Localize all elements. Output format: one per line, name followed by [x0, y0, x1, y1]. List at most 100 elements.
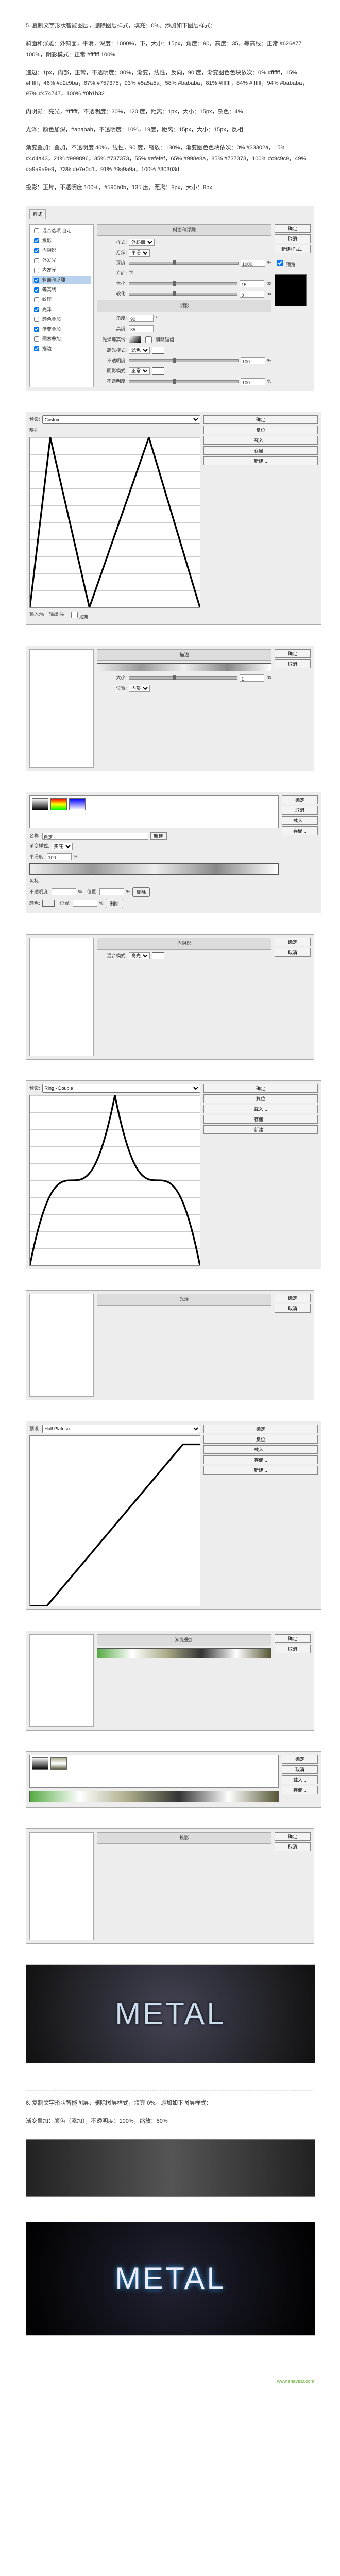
strk-size-slider[interactable] [129, 676, 237, 680]
c-load[interactable]: 载入... [203, 436, 318, 445]
c3-new[interactable]: 新建... [203, 1466, 318, 1475]
cancel6[interactable]: 取消 [275, 1842, 311, 1851]
ge-del2[interactable]: 删除 [106, 899, 123, 908]
gradient-bar[interactable] [29, 863, 279, 875]
fld-angle[interactable]: 90 [129, 315, 154, 322]
ok4[interactable]: 确定 [275, 1294, 311, 1302]
chk-innerglow[interactable] [34, 268, 39, 273]
fld-depth[interactable]: 1000 [241, 260, 265, 267]
chk-satin[interactable] [34, 307, 39, 312]
ge-ok[interactable]: 确定 [282, 795, 318, 804]
ge-col[interactable] [42, 900, 55, 907]
strk-size[interactable]: 1 [240, 674, 264, 682]
ge2-ok[interactable]: 确定 [282, 1755, 318, 1764]
fld-shop[interactable]: 100 [241, 378, 265, 385]
gradient-bar2[interactable] [29, 1791, 279, 1802]
c2-new[interactable]: 新建... [203, 1125, 318, 1134]
ge2-cancel[interactable]: 取消 [282, 1765, 318, 1774]
fld-shop-slider[interactable] [129, 380, 239, 383]
fld-style[interactable]: 外斜面 [129, 239, 155, 246]
sh-swatch[interactable] [152, 367, 164, 375]
fld-shmode[interactable]: 正常 [129, 367, 150, 375]
chk-bevel[interactable] [34, 278, 39, 283]
c3-save[interactable]: 存储... [203, 1455, 318, 1464]
chk-grad[interactable] [34, 327, 39, 332]
chk-color[interactable] [34, 317, 39, 322]
preview-chk[interactable] [277, 260, 283, 266]
chk-drop[interactable] [34, 238, 39, 243]
cancel3[interactable]: 取消 [275, 948, 311, 957]
hi-swatch[interactable] [152, 347, 164, 354]
c2-ok[interactable]: 确定 [203, 1084, 318, 1093]
preset-select2[interactable]: Ring - Double [42, 1084, 200, 1093]
is-swatch[interactable] [152, 952, 164, 959]
fld-hiop[interactable]: 100 [241, 357, 265, 364]
contour-curve2[interactable] [29, 1095, 200, 1266]
gradient-presets[interactable] [29, 795, 279, 828]
strk-pos[interactable]: 内部 [129, 685, 150, 692]
fld-himode[interactable]: 滤色 [129, 347, 150, 354]
fld-soft[interactable]: 0 [240, 291, 264, 298]
ge-type[interactable]: 实底 [52, 843, 73, 850]
ge-op[interactable] [52, 888, 76, 895]
ge2-save[interactable]: 存储... [282, 1786, 318, 1794]
ok2[interactable]: 确定 [275, 649, 311, 658]
chk-pattern[interactable] [34, 336, 39, 342]
is-mode[interactable]: 亮光 [129, 952, 150, 959]
ge-save[interactable]: 存储... [282, 826, 318, 835]
ge-new[interactable]: 新建 [150, 832, 167, 840]
c3-reset[interactable]: 复位 [203, 1435, 318, 1444]
preset-select[interactable]: Custom [42, 415, 200, 424]
ge-smooth[interactable]: 100 [47, 853, 72, 860]
fld-alt[interactable]: 35 [129, 325, 154, 332]
c3-load[interactable]: 载入... [203, 1445, 318, 1454]
chk-texture[interactable] [34, 297, 39, 302]
cancel5[interactable]: 取消 [275, 1645, 311, 1653]
fld-hiop-slider[interactable] [129, 359, 239, 362]
gradient-presets2[interactable] [29, 1755, 279, 1788]
fld-depth-slider[interactable] [129, 262, 239, 265]
chk-stroke[interactable] [34, 346, 39, 351]
chk-outerglow[interactable] [34, 258, 39, 263]
contour-curve3[interactable] [29, 1435, 200, 1606]
c2-reset[interactable]: 复位 [203, 1094, 318, 1103]
cancel4[interactable]: 取消 [275, 1304, 311, 1313]
chk-blend[interactable] [34, 228, 39, 233]
gold-gradient[interactable] [97, 1648, 271, 1658]
c3-ok[interactable]: 确定 [203, 1425, 318, 1433]
stroke-gradient[interactable] [97, 663, 271, 671]
chk-inner[interactable] [34, 248, 39, 253]
fld-size[interactable]: 15 [240, 280, 264, 287]
c-reset[interactable]: 复位 [203, 426, 318, 434]
corner-chk[interactable] [71, 612, 78, 618]
fld-size-slider[interactable] [129, 282, 237, 285]
c2-load[interactable]: 载入... [203, 1105, 318, 1113]
ge-pos2[interactable] [73, 900, 97, 907]
c2-save[interactable]: 存储... [203, 1115, 318, 1124]
fld-soft-slider[interactable] [129, 293, 237, 296]
antialias-chk[interactable] [145, 336, 152, 343]
ok-button[interactable]: 确定 [275, 224, 311, 233]
cancel-button[interactable]: 取消 [275, 234, 311, 243]
fld-dir[interactable]: 下 [129, 269, 133, 278]
ok5[interactable]: 确定 [275, 1634, 311, 1643]
ok6[interactable]: 确定 [275, 1832, 311, 1841]
preset-select3[interactable]: Half Platesu [42, 1425, 200, 1433]
fld-method[interactable]: 平滑 [129, 249, 150, 257]
ge2-load[interactable]: 载入... [282, 1775, 318, 1784]
ok3[interactable]: 确定 [275, 938, 311, 946]
ge-del1[interactable]: 删除 [132, 887, 150, 897]
cancel2[interactable]: 取消 [275, 659, 311, 668]
ge-load[interactable]: 载入... [282, 816, 318, 825]
ge-name[interactable]: 自定 [42, 833, 148, 840]
newstyle-button[interactable]: 新建样式... [275, 245, 311, 253]
c-new[interactable]: 新建... [203, 456, 318, 465]
chk-contour[interactable] [34, 287, 39, 293]
tab-styles[interactable]: 样式 [29, 209, 46, 219]
contour-curve[interactable] [29, 437, 200, 608]
ge-cancel[interactable]: 取消 [282, 806, 318, 815]
ge-pos1[interactable] [99, 888, 124, 895]
c-ok[interactable]: 确定 [203, 415, 318, 424]
contour-swatch[interactable] [129, 336, 141, 343]
c-save[interactable]: 存储... [203, 446, 318, 455]
